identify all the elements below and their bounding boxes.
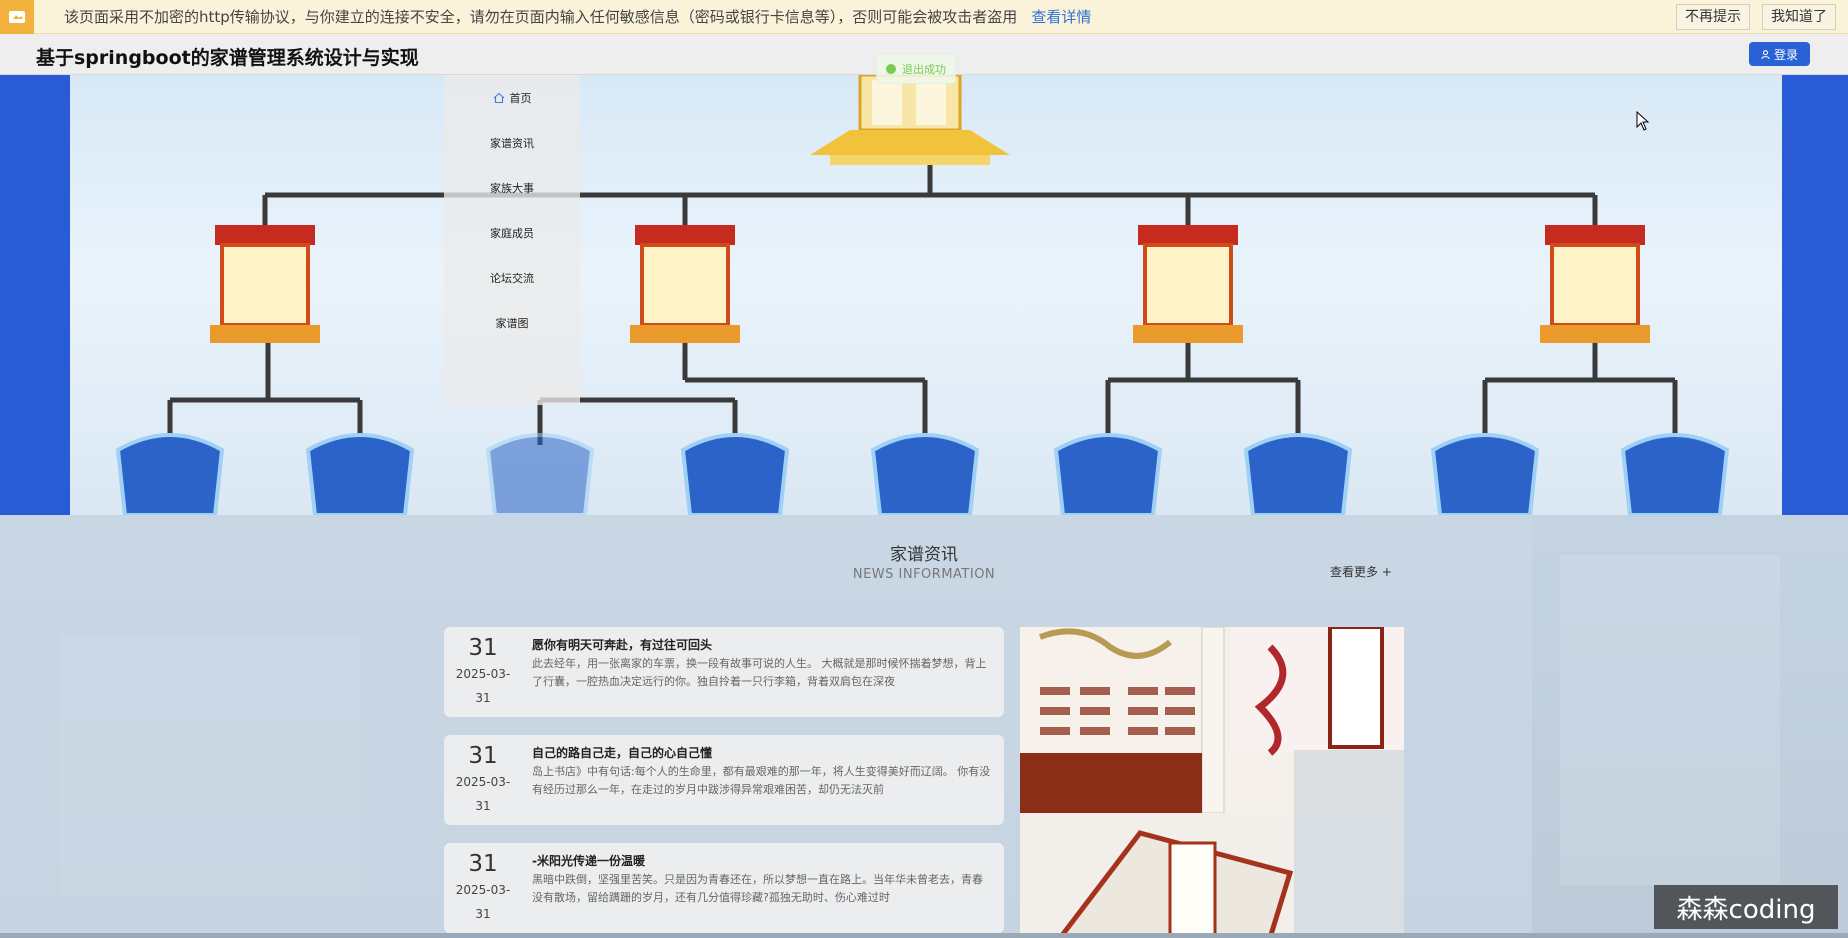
logout-success-toast: 退出成功 [876,54,956,84]
warning-icon [0,0,34,34]
news-day: 31 [468,851,498,877]
login-button[interactable]: 登录 [1748,42,1810,66]
root-lantern [810,75,1010,165]
news-date-day: 31 [475,907,491,921]
nav-item-forum[interactable]: 论坛交流 [444,255,580,300]
news-item[interactable]: 31 2025-03- 31 -米阳光传递一份温暖 黑暗中跌倒，坚强里苦笑。只是… [444,843,1004,933]
news-section-subtitle: NEWS INFORMATION [852,567,996,582]
login-label: 登录 [1773,47,1798,62]
news-day: 31 [468,635,498,661]
image-carousel-overlay [1294,750,1406,938]
taskbar-strip [0,933,1848,938]
user-icon [1761,49,1770,59]
news-date: 2025-03- [455,883,511,897]
news-title: 自己的路自己走，自己的心自己懂 [532,746,713,760]
view-more-link[interactable]: 查看更多 + [1330,563,1392,580]
nav-item-home[interactable]: 首页 [444,75,580,120]
news-date-day: 31 [475,691,491,705]
news-item[interactable]: 31 2025-03- 31 自己的路自己走，自己的心自己懂 岛上书店》中有句话… [444,735,1004,825]
news-title: -米阳光传递一份温暖 [532,854,645,868]
view-details-link[interactable]: 查看详情 [1031,6,1091,27]
hero-banner [0,75,1848,515]
success-check-icon [886,64,896,74]
news-item[interactable]: 31 2025-03- 31 愿你有明天可奔赴，有过往可回头 此去经年，用一张离… [444,627,1004,717]
news-date: 2025-03- [455,775,511,789]
insecure-connection-warning-bar: 该页面采用不加密的http传输协议，与你建立的连接不安全，请勿在页面内输入任何敏… [0,0,1848,34]
lantern-row-3 [115,433,1730,515]
nav-item-genealogy-news[interactable]: 家谱资讯 [444,120,580,165]
main-nav-menu: 首页 家谱资讯 家族大事 家庭成员 论坛交流 家谱图 [444,75,580,405]
mouse-cursor-icon [1636,111,1650,131]
news-title: 愿你有明天可奔赴，有过往可回头 [532,638,713,652]
nav-item-family-tree[interactable]: 家谱图 [444,300,580,345]
nav-item-label: 首页 [509,91,532,105]
got-it-button[interactable]: 我知道了 [1762,4,1836,30]
news-excerpt: 岛上书店》中有句话:每个人的生命里，都有最艰难的那一年，将人生变得美好而辽阔。 … [532,765,991,796]
lantern-4 [1540,225,1650,343]
news-day: 31 [468,743,498,769]
news-section-title: 家谱资讯 [890,545,958,565]
family-tree-illustration [115,75,1730,515]
toast-message: 退出成功 [902,63,946,76]
lantern-2 [630,225,740,343]
news-date-day: 31 [475,799,491,813]
news-date: 2025-03- [455,667,511,681]
dont-remind-button[interactable]: 不再提示 [1676,4,1750,30]
site-title: 基于springboot的家谱管理系统设计与实现 [36,47,419,69]
news-excerpt: 此去经年，用一张离家的车票，换一段有故事可说的人生。 大概就是那时候怀揣着梦想，… [532,657,987,688]
nav-item-family-events[interactable]: 家族大事 [444,165,580,210]
home-icon [493,92,504,103]
lantern-1 [210,225,320,343]
news-excerpt: 黑暗中跌倒，坚强里苦笑。只是因为青春还在，所以梦想一直在路上。当年华未曾老去，青… [532,873,983,904]
watermark-label: 森森coding [1654,885,1838,929]
warning-message: 该页面采用不加密的http传输协议，与你建立的连接不安全，请勿在页面内输入任何敏… [64,8,1018,26]
nav-item-family-members[interactable]: 家庭成员 [444,210,580,255]
lantern-3 [1133,225,1243,343]
